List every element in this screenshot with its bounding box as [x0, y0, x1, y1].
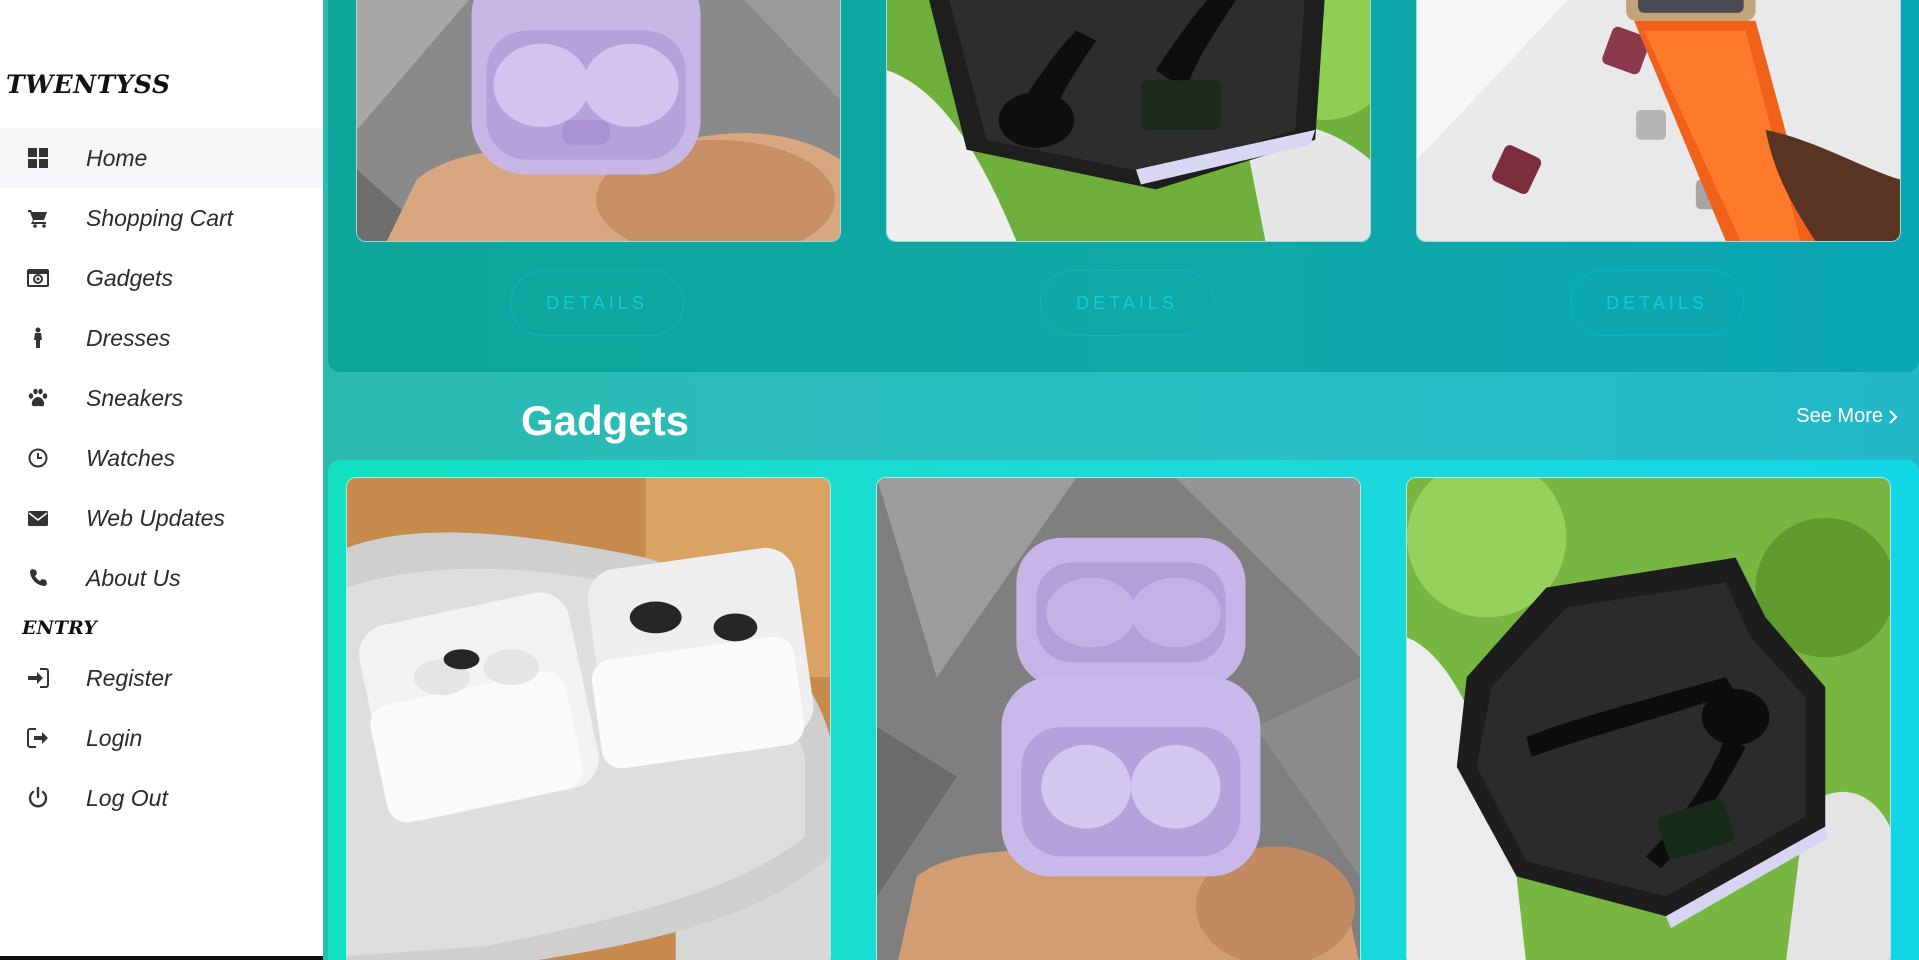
chevron-right-icon: [1889, 409, 1898, 424]
details-button[interactable]: DETAILS: [510, 270, 684, 336]
featured-products-panel: DETAILS DETAILS DETAILS: [328, 0, 1919, 372]
sidebar-item-web-updates[interactable]: Web Updates: [0, 488, 323, 548]
details-button[interactable]: DETAILS: [1040, 270, 1214, 336]
camera-icon: [26, 266, 50, 290]
black-gaming-earbuds-photo: [887, 0, 1370, 241]
sidebar-item-shopping-cart[interactable]: Shopping Cart: [0, 188, 323, 248]
purple-earbuds-case-photo: [877, 478, 1360, 960]
entry-section-title: ENTRY: [22, 617, 97, 639]
sidebar-item-login[interactable]: Login: [0, 708, 323, 768]
dashboard-icon: [26, 146, 50, 170]
white-earbuds-cases-photo: [347, 478, 830, 960]
sidebar-nav: Home Shopping Cart Gadgets Dresses Sneak…: [0, 128, 323, 828]
sidebar-item-label: Gadgets: [86, 264, 173, 291]
sign-out-icon: [26, 726, 50, 750]
sidebar-item-register[interactable]: Register: [0, 648, 323, 708]
clock-icon: [26, 446, 50, 470]
section-title-gadgets: Gadgets: [521, 397, 690, 444]
details-button[interactable]: DETAILS: [1570, 270, 1744, 336]
sidebar-item-label: Sneakers: [86, 384, 184, 411]
sidebar-item-label: Dresses: [86, 324, 171, 351]
sidebar-item-gadgets[interactable]: Gadgets: [0, 248, 323, 308]
product-card[interactable]: [886, 0, 1371, 242]
sidebar-item-watches[interactable]: Watches: [0, 428, 323, 488]
person-icon: [26, 326, 50, 350]
product-card[interactable]: [1406, 477, 1891, 960]
sidebar-item-home[interactable]: Home: [0, 128, 323, 188]
envelope-icon: [26, 506, 50, 530]
see-more-label: See More: [1796, 405, 1883, 427]
sidebar-item-log-out[interactable]: Log Out: [0, 768, 323, 828]
sidebar-item-sneakers[interactable]: Sneakers: [0, 368, 323, 428]
sidebar-item-dresses[interactable]: Dresses: [0, 308, 323, 368]
sidebar-item-label: Home: [86, 144, 148, 171]
orange-strap-smartwatch-photo: [1417, 0, 1900, 241]
sidebar-item-about-us[interactable]: About Us: [0, 548, 323, 608]
sign-in-icon: [26, 666, 50, 690]
sidebar-item-label: Watches: [86, 444, 176, 471]
paw-icon: [26, 386, 50, 410]
product-card[interactable]: [346, 477, 831, 960]
sidebar-item-label: About Us: [86, 564, 181, 591]
sidebar-item-label: Register: [86, 664, 172, 691]
purple-earbuds-case-photo: [357, 0, 840, 241]
product-card[interactable]: [356, 0, 841, 242]
power-icon: [26, 786, 50, 810]
bottom-edge-bar: [0, 956, 323, 960]
product-card[interactable]: [1416, 0, 1901, 242]
black-gaming-earbuds-photo: [1407, 478, 1890, 960]
phone-icon: [26, 566, 50, 590]
sidebar-item-label: Login: [86, 724, 143, 751]
sidebar-item-label: Shopping Cart: [86, 204, 234, 231]
sidebar-item-label: Log Out: [86, 784, 168, 811]
brand-logo[interactable]: TWENTYSS: [6, 70, 171, 99]
cart-icon: [26, 206, 50, 230]
sidebar: TWENTYSS Home Shopping Cart Gadgets Dres…: [0, 0, 323, 960]
see-more-link[interactable]: See More: [1796, 405, 1899, 428]
product-card[interactable]: [876, 477, 1361, 960]
sidebar-item-label: Web Updates: [86, 504, 225, 531]
gadgets-panel: [328, 460, 1919, 960]
main-content: DETAILS DETAILS DETAILS Gadgets See More: [323, 0, 1919, 960]
